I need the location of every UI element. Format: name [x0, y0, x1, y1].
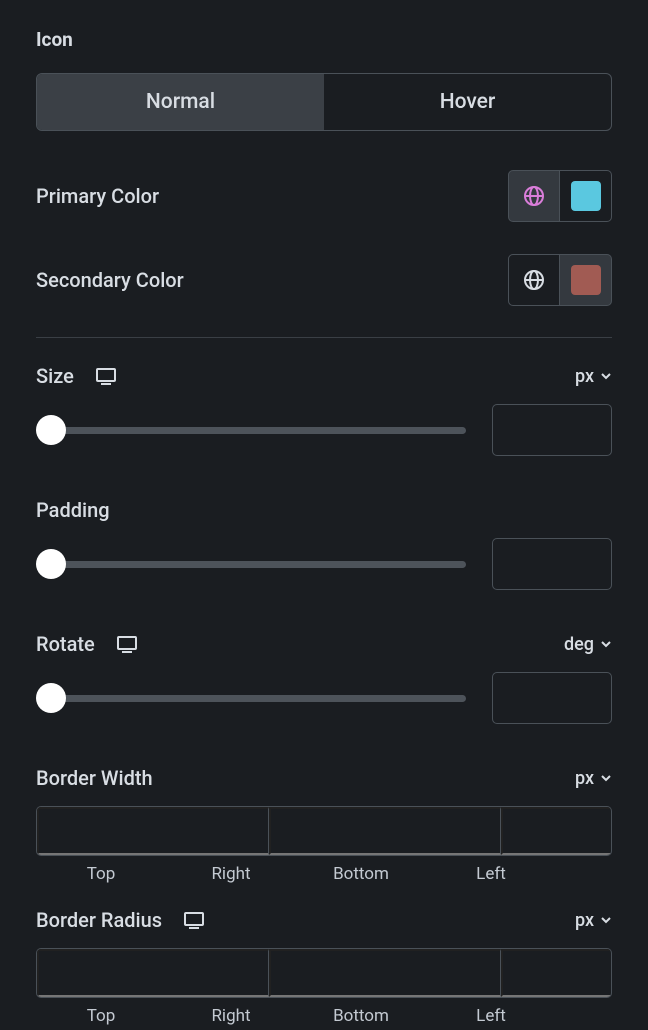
- primary-color-swatch-button[interactable]: [560, 170, 612, 222]
- size-header: Size px: [36, 364, 612, 388]
- border-radius-unit-value: px: [575, 910, 594, 931]
- chevron-down-icon: [600, 772, 612, 784]
- secondary-color-row: Secondary Color: [36, 253, 612, 307]
- side-label-left: Left: [426, 864, 556, 884]
- secondary-global-button[interactable]: [508, 254, 560, 306]
- border-radius-unit-select[interactable]: px: [575, 910, 612, 931]
- border-width-inputs: [36, 806, 612, 856]
- size-unit-select[interactable]: px: [575, 366, 612, 387]
- padding-slider-thumb[interactable]: [36, 549, 66, 579]
- tab-normal[interactable]: Normal: [37, 74, 324, 130]
- globe-icon: [522, 184, 546, 208]
- secondary-color-label: Secondary Color: [36, 268, 184, 292]
- secondary-color-swatch-button[interactable]: [560, 254, 612, 306]
- chevron-down-icon: [600, 370, 612, 382]
- rotate-label: Rotate: [36, 632, 95, 656]
- border-width-top-input[interactable]: [37, 807, 269, 855]
- section-title: Icon: [36, 0, 612, 73]
- border-radius-label: Border Radius: [36, 908, 162, 932]
- size-unit-value: px: [575, 366, 594, 387]
- border-width-unit-value: px: [575, 768, 594, 789]
- chevron-down-icon: [600, 914, 612, 926]
- side-label-top: Top: [36, 1006, 166, 1026]
- size-label: Size: [36, 364, 74, 388]
- state-tabs: Normal Hover: [36, 73, 612, 131]
- device-desktop-icon[interactable]: [182, 908, 206, 932]
- side-label-bottom: Bottom: [296, 864, 426, 884]
- globe-icon: [522, 268, 546, 292]
- border-width-label: Border Width: [36, 766, 153, 790]
- secondary-color-swatch: [571, 265, 601, 295]
- padding-slider[interactable]: [36, 561, 466, 568]
- device-desktop-icon[interactable]: [94, 364, 118, 388]
- border-radius-inputs: [36, 948, 612, 998]
- size-slider-thumb[interactable]: [36, 415, 66, 445]
- divider: [36, 337, 612, 338]
- chevron-down-icon: [600, 638, 612, 650]
- size-input[interactable]: [492, 404, 612, 456]
- primary-global-button[interactable]: [508, 170, 560, 222]
- border-radius-right-input[interactable]: [269, 949, 501, 997]
- border-width-side-labels: Top Right Bottom Left: [36, 864, 612, 884]
- border-width-unit-select[interactable]: px: [575, 768, 612, 789]
- side-label-top: Top: [36, 864, 166, 884]
- border-width-right-input[interactable]: [269, 807, 501, 855]
- rotate-input[interactable]: [492, 672, 612, 724]
- rotate-header: Rotate deg: [36, 632, 612, 656]
- primary-color-swatch: [571, 181, 601, 211]
- size-slider[interactable]: [36, 427, 466, 434]
- side-label-left: Left: [426, 1006, 556, 1026]
- padding-label: Padding: [36, 498, 110, 522]
- border-radius-top-input[interactable]: [37, 949, 269, 997]
- border-radius-bottom-input[interactable]: [501, 949, 612, 997]
- rotate-slider[interactable]: [36, 695, 466, 702]
- primary-color-label: Primary Color: [36, 184, 159, 208]
- rotate-slider-thumb[interactable]: [36, 683, 66, 713]
- rotate-unit-select[interactable]: deg: [564, 634, 612, 655]
- rotate-unit-value: deg: [564, 634, 594, 655]
- border-radius-header: Border Radius px: [36, 908, 612, 932]
- padding-input[interactable]: [492, 538, 612, 590]
- border-radius-side-labels: Top Right Bottom Left: [36, 1006, 612, 1026]
- border-width-header: Border Width px: [36, 766, 612, 790]
- device-desktop-icon[interactable]: [115, 632, 139, 656]
- padding-header: Padding: [36, 498, 612, 522]
- primary-color-row: Primary Color: [36, 169, 612, 223]
- side-label-right: Right: [166, 864, 296, 884]
- side-label-right: Right: [166, 1006, 296, 1026]
- tab-hover[interactable]: Hover: [324, 74, 611, 130]
- side-label-bottom: Bottom: [296, 1006, 426, 1026]
- border-width-bottom-input[interactable]: [501, 807, 612, 855]
